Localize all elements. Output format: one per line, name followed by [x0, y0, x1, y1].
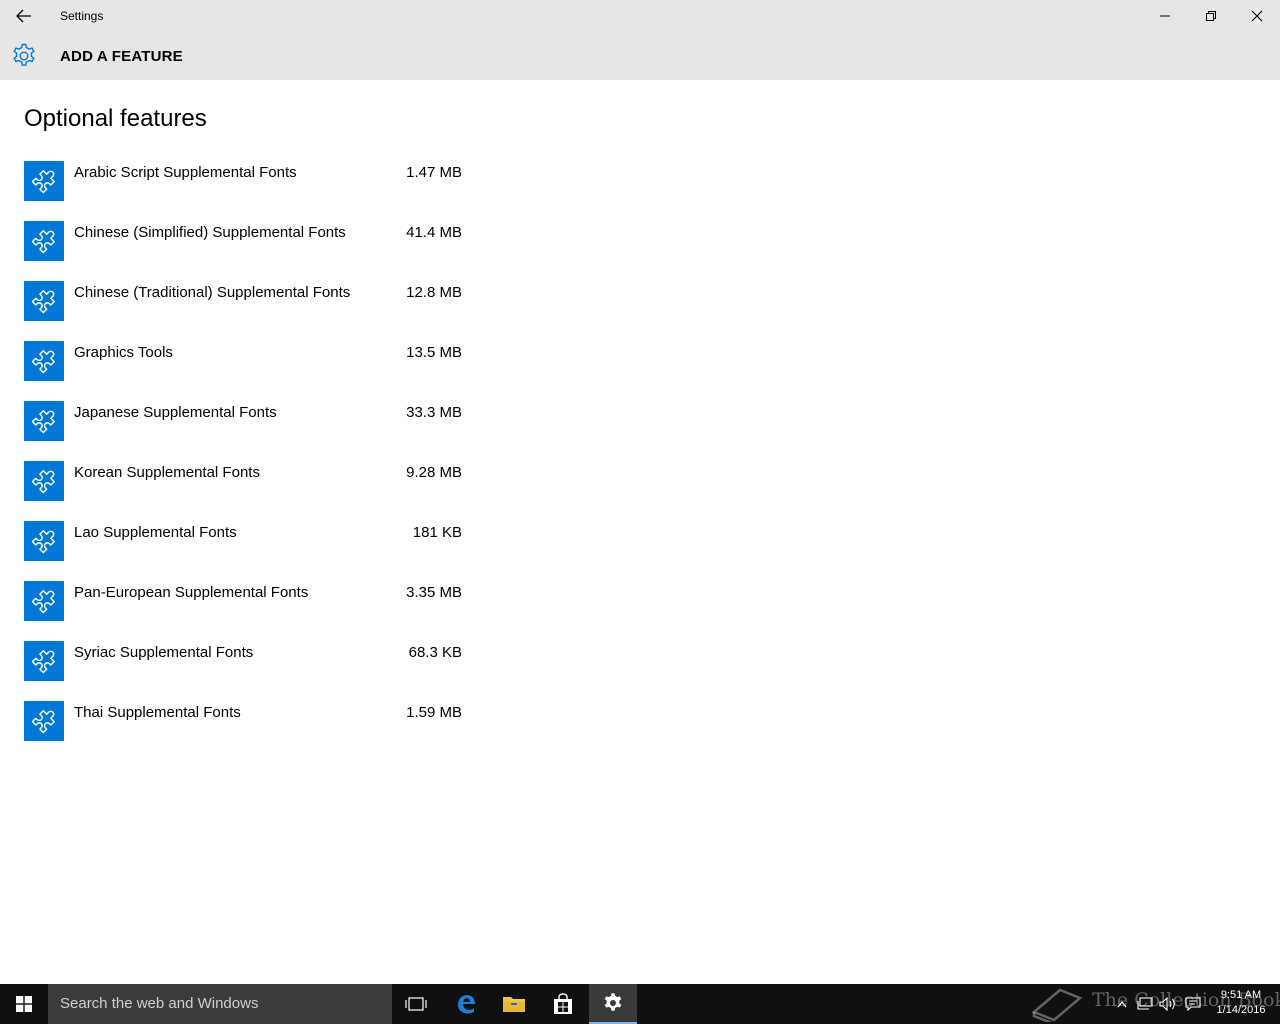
store-bag-icon: [554, 993, 572, 1014]
feature-icon-tile: [24, 401, 64, 441]
feature-size: 1.47 MB: [406, 164, 462, 181]
feature-item[interactable]: Lao Supplemental Fonts 181 KB: [24, 521, 464, 581]
feature-list: Arabic Script Supplemental Fonts 1.47 MB C…: [24, 161, 464, 761]
task-view-button[interactable]: [392, 984, 440, 1024]
feature-name: Thai Supplemental Fonts: [74, 704, 241, 721]
feature-icon-tile: [24, 281, 64, 321]
action-center-button[interactable]: [1182, 984, 1204, 1024]
page-header: ADD A FEATURE: [0, 32, 1280, 80]
feature-name: Graphics Tools: [74, 344, 173, 361]
feature-icon-tile: [24, 161, 64, 201]
store-button[interactable]: [539, 984, 587, 1024]
feature-icon-tile: [24, 521, 64, 561]
feature-size: 1.59 MB: [406, 704, 462, 721]
volume-button[interactable]: [1157, 984, 1179, 1024]
feature-icon-tile: [24, 341, 64, 381]
edge-browser-button[interactable]: [442, 984, 490, 1024]
feature-item[interactable]: Pan-European Supplemental Fonts 3.35 MB: [24, 581, 464, 641]
back-button[interactable]: [8, 4, 40, 28]
feature-icon-tile: [24, 581, 64, 621]
puzzle-piece-icon: [31, 170, 55, 194]
feature-size: 3.35 MB: [406, 584, 462, 601]
taskbar-search-box[interactable]: Search the web and Windows: [48, 984, 392, 1024]
feature-name: Syriac Supplemental Fonts: [74, 644, 254, 661]
task-view-icon: [405, 997, 427, 1011]
page-title: Optional features: [24, 105, 207, 132]
feature-name: Lao Supplemental Fonts: [74, 524, 237, 541]
close-icon: [1251, 10, 1263, 22]
feature-item[interactable]: Chinese (Traditional) Supplemental Fonts…: [24, 281, 464, 341]
feature-size: 41.4 MB: [406, 224, 462, 241]
feature-item[interactable]: Graphics Tools 13.5 MB: [24, 341, 464, 401]
clock-date: 1/14/2016: [1216, 1004, 1266, 1016]
feature-size: 9.28 MB: [406, 464, 462, 481]
start-button[interactable]: [0, 984, 48, 1024]
puzzle-piece-icon: [31, 650, 55, 674]
feature-name: Chinese (Traditional) Supplemental Fonts: [74, 284, 351, 301]
content-area: Optional features Arabic Script Suppleme…: [0, 80, 1280, 984]
feature-item[interactable]: Japanese Supplemental Fonts 33.3 MB: [24, 401, 464, 461]
minimize-button[interactable]: [1142, 0, 1188, 32]
puzzle-piece-icon: [31, 530, 55, 554]
file-explorer-button[interactable]: [490, 984, 538, 1024]
chevron-up-icon: [1117, 1001, 1127, 1008]
folder-icon: [503, 997, 525, 1012]
feature-size: 33.3 MB: [406, 404, 462, 421]
puzzle-piece-icon: [31, 350, 55, 374]
taskbar: Search the web and Windows The Collectio…: [0, 984, 1280, 1024]
settings-taskbar-button[interactable]: [589, 984, 637, 1024]
edge-icon: [458, 995, 475, 1014]
feature-size: 13.5 MB: [406, 344, 462, 361]
feature-size: 68.3 KB: [408, 644, 462, 661]
feature-size: 181 KB: [412, 524, 462, 541]
feature-item[interactable]: Thai Supplemental Fonts 1.59 MB: [24, 701, 464, 761]
book-watermark-icon: [1031, 988, 1083, 1022]
notification-icon: [1185, 997, 1201, 1011]
feature-item[interactable]: Arabic Script Supplemental Fonts 1.47 MB: [24, 161, 464, 221]
feature-size: 12.8 MB: [406, 284, 462, 301]
back-arrow-icon: [16, 9, 31, 23]
gear-icon: [13, 43, 35, 66]
window-title: Settings: [60, 9, 104, 23]
clock-time: 9:51 AM: [1220, 989, 1262, 1001]
puzzle-piece-icon: [31, 410, 55, 434]
feature-name: Pan-European Supplemental Fonts: [74, 584, 309, 601]
puzzle-piece-icon: [31, 590, 55, 614]
maximize-button[interactable]: [1188, 0, 1234, 32]
taskbar-clock[interactable]: 9:51 AM 1/14/2016: [1206, 988, 1276, 1018]
feature-name: Korean Supplemental Fonts: [74, 464, 260, 481]
minimize-icon: [1160, 15, 1170, 17]
volume-icon: [1159, 997, 1175, 1011]
feature-item[interactable]: Syriac Supplemental Fonts 68.3 KB: [24, 641, 464, 701]
header-title: ADD A FEATURE: [60, 48, 183, 65]
tray-overflow-button[interactable]: [1112, 984, 1132, 1024]
title-bar: Settings: [0, 0, 1280, 32]
feature-name: Japanese Supplemental Fonts: [74, 404, 277, 421]
feature-icon-tile: [24, 701, 64, 741]
network-icon: [1137, 997, 1153, 1010]
puzzle-piece-icon: [31, 470, 55, 494]
network-button[interactable]: [1134, 984, 1156, 1024]
windows-logo-icon: [16, 996, 32, 1012]
feature-icon-tile: [24, 461, 64, 501]
feature-icon-tile: [24, 221, 64, 261]
feature-name: Arabic Script Supplemental Fonts: [74, 164, 297, 181]
gear-icon: [604, 993, 622, 1011]
close-button[interactable]: [1234, 0, 1280, 32]
puzzle-piece-icon: [31, 710, 55, 734]
feature-name: Chinese (Simplified) Supplemental Fonts: [74, 224, 346, 241]
feature-item[interactable]: Korean Supplemental Fonts 9.28 MB: [24, 461, 464, 521]
feature-icon-tile: [24, 641, 64, 681]
feature-item[interactable]: Chinese (Simplified) Supplemental Fonts 4…: [24, 221, 464, 281]
restore-icon: [1206, 11, 1216, 21]
puzzle-piece-icon: [31, 290, 55, 314]
puzzle-piece-icon: [31, 230, 55, 254]
